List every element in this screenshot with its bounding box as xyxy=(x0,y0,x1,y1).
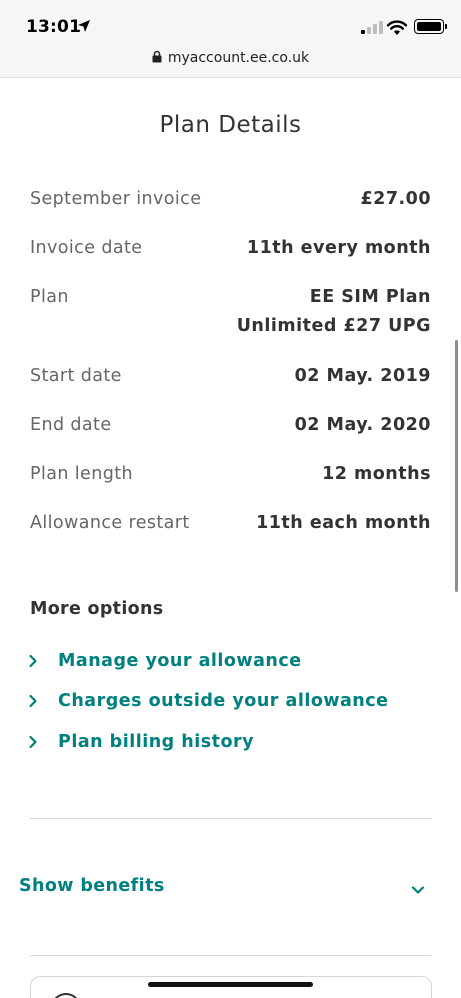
charges-outside-allowance-link[interactable]: Charges outside your allowance xyxy=(28,691,389,711)
page-title: Plan Details xyxy=(159,112,302,138)
next-section-card[interactable] xyxy=(30,976,432,998)
chevron-right-icon xyxy=(29,654,37,668)
end-date-value: 02 May. 2020 xyxy=(294,415,431,435)
more-options-heading: More options xyxy=(30,599,164,619)
plan-label: Plan xyxy=(30,287,69,307)
home-indicator[interactable] xyxy=(148,982,313,987)
battery-icon xyxy=(414,19,444,34)
url-bar[interactable]: myaccount.ee.co.uk xyxy=(0,44,461,78)
url-text[interactable]: myaccount.ee.co.uk xyxy=(168,50,309,66)
battery-tip xyxy=(445,24,447,29)
wifi-icon xyxy=(386,20,408,35)
plan-length-label: Plan length xyxy=(30,464,133,484)
location-arrow-icon xyxy=(78,20,90,32)
invoice-date-value: 11th every month xyxy=(246,238,431,258)
plan-value-line1: EE SIM Plan xyxy=(309,287,431,307)
card-icon xyxy=(51,993,81,998)
chevron-down-icon[interactable] xyxy=(411,885,425,895)
plan-billing-history-link[interactable]: Plan billing history xyxy=(28,732,254,752)
plan-value-line2: Unlimited £27 UPG xyxy=(236,316,431,336)
start-date-value: 02 May. 2019 xyxy=(294,366,431,386)
signal-icon xyxy=(361,20,383,34)
invoice-date-label: Invoice date xyxy=(30,238,143,258)
divider xyxy=(30,818,431,819)
september-invoice-value: £27.00 xyxy=(360,189,431,209)
lock-icon xyxy=(152,50,162,63)
scrollbar[interactable] xyxy=(455,340,458,592)
chevron-right-icon xyxy=(29,735,37,749)
chevron-right-icon xyxy=(29,694,37,708)
status-bar: 13:01 xyxy=(0,0,461,44)
allowance-restart-value: 11th each month xyxy=(256,513,431,533)
status-time: 13:01 xyxy=(26,17,82,37)
start-date-label: Start date xyxy=(30,366,122,386)
plan-billing-history-label[interactable]: Plan billing history xyxy=(58,732,254,752)
show-benefits-toggle[interactable]: Show benefits xyxy=(19,872,431,902)
manage-allowance-label[interactable]: Manage your allowance xyxy=(58,651,302,671)
plan-length-value: 12 months xyxy=(322,464,431,484)
show-benefits-label[interactable]: Show benefits xyxy=(19,876,165,896)
end-date-label: End date xyxy=(30,415,112,435)
divider xyxy=(30,955,431,956)
charges-outside-allowance-label[interactable]: Charges outside your allowance xyxy=(58,691,389,711)
september-invoice-label: September invoice xyxy=(30,189,202,209)
allowance-restart-label: Allowance restart xyxy=(30,513,190,533)
manage-allowance-link[interactable]: Manage your allowance xyxy=(28,651,302,671)
